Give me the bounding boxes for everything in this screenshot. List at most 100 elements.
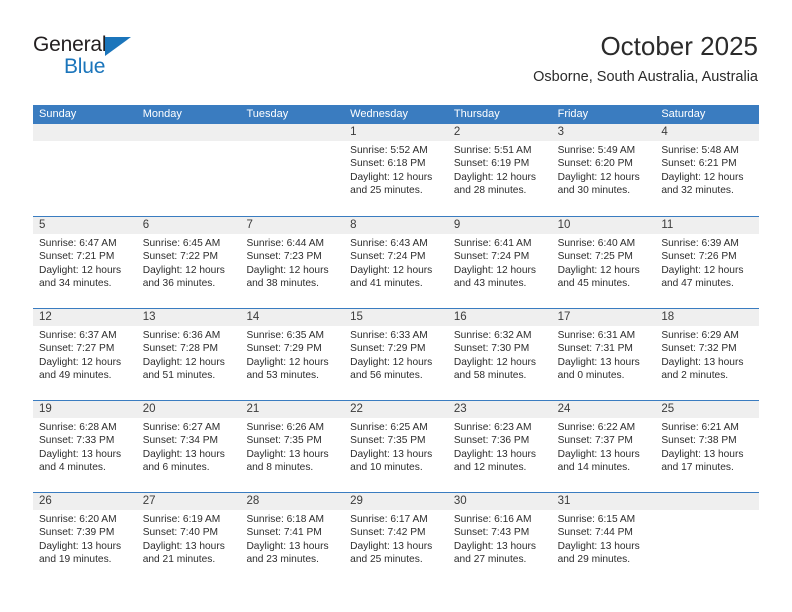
day-details: Sunrise: 6:18 AM Sunset: 7:41 PM Daylight:… [240, 510, 344, 567]
calendar-day-cell[interactable]: 21 Sunrise: 6:26 AM Sunset: 7:35 PM Dayligh… [240, 401, 345, 492]
day-detail-line: Daylight: 13 hours [557, 540, 640, 552]
calendar-day-cell[interactable]: 15 Sunrise: 6:33 AM Sunset: 7:29 PM Dayligh… [344, 309, 448, 400]
day-number: 11 [661, 219, 674, 231]
calendar-day-cell[interactable]: 19 Sunrise: 6:28 AM Sunset: 7:33 PM Dayligh… [33, 401, 137, 492]
day-number: 2 [453, 126, 461, 138]
day-details: Sunrise: 6:47 AM Sunset: 7:21 PM Daylight:… [33, 234, 137, 291]
calendar-day-cell[interactable]: 11 Sunrise: 6:39 AM Sunset: 7:26 PM Dayligh… [655, 217, 760, 308]
calendar-day-cell[interactable]: 18 Sunrise: 6:29 AM Sunset: 7:32 PM Dayligh… [655, 309, 760, 400]
day-number: 20 [142, 403, 156, 415]
weekday-header-saturday: Saturday [661, 108, 706, 120]
calendar-day-cell[interactable]: 3 Sunrise: 5:49 AM Sunset: 6:20 PM Daylight… [551, 124, 656, 216]
day-detail-line: Sunrise: 6:28 AM [39, 422, 117, 433]
day-detail-line: Sunset: 7:31 PM [557, 343, 633, 355]
calendar-day-cell[interactable]: 31 Sunrise: 6:15 AM Sunset: 7:44 PM Dayligh… [551, 493, 656, 584]
day-number-band: 7 [240, 217, 345, 234]
calendar-day-cell[interactable]: 9 Sunrise: 6:41 AM Sunset: 7:24 PM Daylight… [447, 217, 552, 308]
day-number: 30 [453, 495, 467, 507]
day-detail-line: Daylight: 12 hours [661, 264, 744, 276]
day-detail-line: Sunrise: 6:35 AM [246, 330, 325, 341]
day-detail-line: Daylight: 13 hours [39, 448, 122, 460]
calendar-day-cell[interactable]: 24 Sunrise: 6:22 AM Sunset: 7:37 PM Dayligh… [551, 401, 656, 492]
calendar-day-cell[interactable]: 7 Sunrise: 6:44 AM Sunset: 7:23 PM Daylight… [240, 217, 345, 308]
day-details: Sunrise: 6:37 AM Sunset: 7:27 PM Daylight:… [33, 326, 137, 383]
day-detail-line: and 45 minutes. [557, 278, 631, 290]
day-detail-line: Sunrise: 6:21 AM [661, 422, 739, 433]
calendar-day-cell[interactable]: 27 Sunrise: 6:19 AM Sunset: 7:40 PM Dayligh… [136, 493, 241, 584]
day-detail-line: Sunrise: 6:19 AM [142, 514, 221, 525]
calendar-day-cell[interactable]: 22 Sunrise: 6:25 AM Sunset: 7:35 PM Dayligh… [344, 401, 448, 492]
calendar-day-cell[interactable]: 13 Sunrise: 6:36 AM Sunset: 7:28 PM Dayligh… [136, 309, 241, 400]
day-number: 27 [142, 495, 156, 507]
calendar-day-cell[interactable]: 29 Sunrise: 6:17 AM Sunset: 7:42 PM Dayligh… [344, 493, 448, 584]
calendar-day-cell[interactable]: 17 Sunrise: 6:31 AM Sunset: 7:31 PM Dayligh… [551, 309, 656, 400]
day-detail-line: Sunrise: 6:37 AM [39, 330, 117, 341]
day-number: 28 [246, 495, 260, 507]
calendar-day-cell[interactable]: 12 Sunrise: 6:37 AM Sunset: 7:27 PM Dayligh… [33, 309, 137, 400]
calendar-day-cell[interactable]: 30 Sunrise: 6:16 AM Sunset: 7:43 PM Dayligh… [447, 493, 552, 584]
calendar-day-cell[interactable]: 6 Sunrise: 6:45 AM Sunset: 7:22 PM Daylight… [136, 217, 241, 308]
day-detail-line: and 30 minutes. [557, 185, 631, 197]
day-detail-line: and 0 minutes. [557, 370, 625, 382]
day-details: Sunrise: 6:17 AM Sunset: 7:42 PM Daylight:… [344, 510, 448, 567]
calendar-day-cell[interactable]: 25 Sunrise: 6:21 AM Sunset: 7:38 PM Dayligh… [655, 401, 760, 492]
day-detail-line: Sunset: 7:35 PM [350, 435, 426, 447]
day-detail-line: Daylight: 12 hours [246, 264, 329, 276]
day-detail-line: Sunrise: 5:51 AM [453, 145, 532, 156]
day-detail-line: Sunset: 7:32 PM [661, 343, 737, 355]
calendar-day-cell[interactable]: 8 Sunrise: 6:43 AM Sunset: 7:24 PM Daylight… [344, 217, 448, 308]
day-number-band: 15 [344, 309, 448, 326]
day-number-band: 17 [551, 309, 656, 326]
day-detail-line: Sunset: 6:19 PM [453, 158, 530, 170]
weekday-header-monday: Monday [142, 108, 182, 120]
calendar-day-cell[interactable]: 26 Sunrise: 6:20 AM Sunset: 7:39 PM Dayligh… [33, 493, 137, 584]
day-detail-line: Sunset: 7:43 PM [453, 527, 530, 539]
day-detail-line: and 10 minutes. [350, 462, 423, 474]
day-details: Sunrise: 5:49 AM Sunset: 6:20 PM Daylight:… [552, 141, 656, 198]
day-number-band: 3 [551, 124, 656, 141]
calendar-day-cell[interactable]: 1 Sunrise: 5:52 AM Sunset: 6:18 PM Daylight… [344, 124, 448, 216]
day-detail-line: and 27 minutes. [453, 554, 527, 566]
day-detail-line: Sunset: 7:35 PM [246, 435, 322, 447]
day-detail-line: and 34 minutes. [39, 278, 112, 290]
day-detail-line: Sunrise: 6:22 AM [557, 422, 636, 433]
day-number: 19 [39, 403, 52, 415]
triangle-icon [105, 37, 131, 56]
day-detail-line: Sunset: 7:24 PM [453, 251, 530, 263]
calendar-day-cell[interactable]: 20 Sunrise: 6:27 AM Sunset: 7:34 PM Dayligh… [136, 401, 241, 492]
calendar-day-cell[interactable]: 4 Sunrise: 5:48 AM Sunset: 6:21 PM Daylight… [655, 124, 760, 216]
calendar-day-cell[interactable]: 5 Sunrise: 6:47 AM Sunset: 7:21 PM Daylight… [33, 217, 137, 308]
day-number: 26 [39, 495, 52, 507]
calendar-page: General Blue October 2025 Osborne, South… [0, 0, 792, 612]
calendar-day-cell[interactable]: 10 Sunrise: 6:40 AM Sunset: 7:25 PM Dayligh… [551, 217, 656, 308]
day-detail-line: Sunrise: 6:47 AM [39, 238, 117, 249]
calendar-day-cell[interactable]: 14 Sunrise: 6:35 AM Sunset: 7:29 PM Dayligh… [240, 309, 345, 400]
calendar-day-cell[interactable]: 23 Sunrise: 6:23 AM Sunset: 7:36 PM Dayligh… [447, 401, 552, 492]
calendar-grid: Sunday Monday Tuesday Wednesday Thursday Frid… [33, 105, 760, 584]
calendar-day-cell[interactable]: 16 Sunrise: 6:32 AM Sunset: 7:30 PM Dayligh… [447, 309, 552, 400]
day-details: Sunrise: 6:43 AM Sunset: 7:24 PM Daylight:… [344, 234, 448, 291]
day-details: Sunrise: 6:16 AM Sunset: 7:43 PM Daylight:… [448, 510, 552, 567]
calendar-day-cell[interactable]: 28 Sunrise: 6:18 AM Sunset: 7:41 PM Dayligh… [240, 493, 345, 584]
day-detail-line: Daylight: 13 hours [453, 448, 536, 460]
title-block: October 2025 Osborne, South Australia, A… [533, 31, 758, 87]
calendar-day-cell[interactable]: 2 Sunrise: 5:51 AM Sunset: 6:19 PM Daylight… [447, 124, 552, 216]
day-number-band: 27 [136, 493, 241, 510]
day-details: Sunrise: 6:29 AM Sunset: 7:32 PM Daylight:… [655, 326, 759, 383]
day-detail-line: Daylight: 13 hours [453, 540, 536, 552]
day-detail-line: Sunrise: 6:15 AM [557, 514, 636, 525]
day-number: 29 [350, 495, 363, 507]
logo-text-general: General [33, 33, 107, 56]
day-details: Sunrise: 6:25 AM Sunset: 7:35 PM Daylight:… [344, 418, 448, 475]
day-details: Sunrise: 5:52 AM Sunset: 6:18 PM Daylight:… [344, 141, 448, 198]
day-number-band: 18 [655, 309, 760, 326]
day-detail-line: Daylight: 13 hours [661, 448, 744, 460]
day-detail-line: and 19 minutes. [39, 554, 112, 566]
day-detail-line: and 14 minutes. [557, 462, 631, 474]
day-detail-line: Sunset: 6:18 PM [350, 158, 426, 170]
day-number: 25 [661, 403, 675, 415]
day-detail-line: Sunrise: 6:23 AM [453, 422, 532, 433]
day-detail-line: Daylight: 13 hours [557, 448, 640, 460]
generalblue-logo[interactable]: General Blue [33, 33, 183, 81]
day-detail-line: Daylight: 12 hours [350, 356, 433, 368]
